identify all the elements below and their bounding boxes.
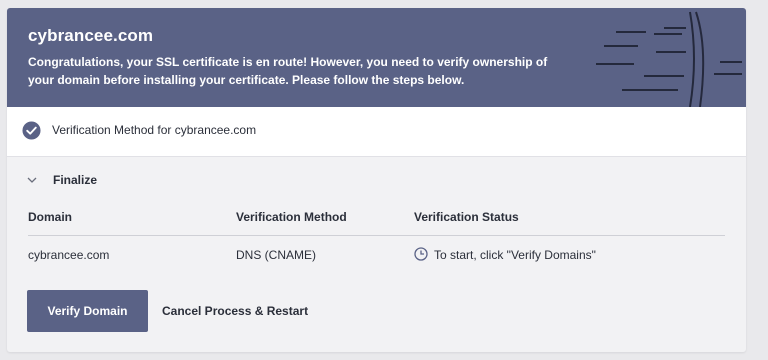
- finalize-label: Finalize: [53, 173, 98, 187]
- header-verification-method: Verification Method: [236, 210, 347, 224]
- decorative-lines-icon: [596, 11, 742, 107]
- ssl-banner: cybrancee.com Congratulations, your SSL …: [7, 8, 746, 107]
- verification-method-step[interactable]: Verification Method for cybrancee.com: [7, 107, 746, 157]
- clock-icon: [414, 247, 428, 261]
- verification-method-label: Verification Method for cybrancee.com: [52, 123, 257, 137]
- verify-domain-button[interactable]: Verify Domain: [27, 290, 148, 332]
- row-domain: cybrancee.com: [28, 248, 110, 262]
- verification-table: Domain Verification Method Verification …: [28, 210, 725, 272]
- banner-message: Congratulations, your SSL certificate is…: [28, 55, 548, 87]
- header-verification-status: Verification Status: [414, 210, 519, 224]
- check-circle-icon: [22, 121, 41, 140]
- banner-title: cybrancee.com: [28, 26, 154, 45]
- header-domain: Domain: [28, 210, 73, 224]
- row-status: To start, click "Verify Domains": [434, 248, 596, 262]
- cancel-restart-link[interactable]: Cancel Process & Restart: [162, 304, 308, 318]
- table-header: Domain Verification Method Verification …: [28, 210, 725, 236]
- table-row: cybrancee.com DNS (CNAME) To start, clic…: [28, 236, 725, 272]
- finalize-step-header[interactable]: Finalize: [7, 157, 746, 205]
- chevron-down-icon: [27, 177, 37, 183]
- row-method: DNS (CNAME): [236, 248, 316, 262]
- ssl-verification-card: cybrancee.com Congratulations, your SSL …: [7, 8, 746, 352]
